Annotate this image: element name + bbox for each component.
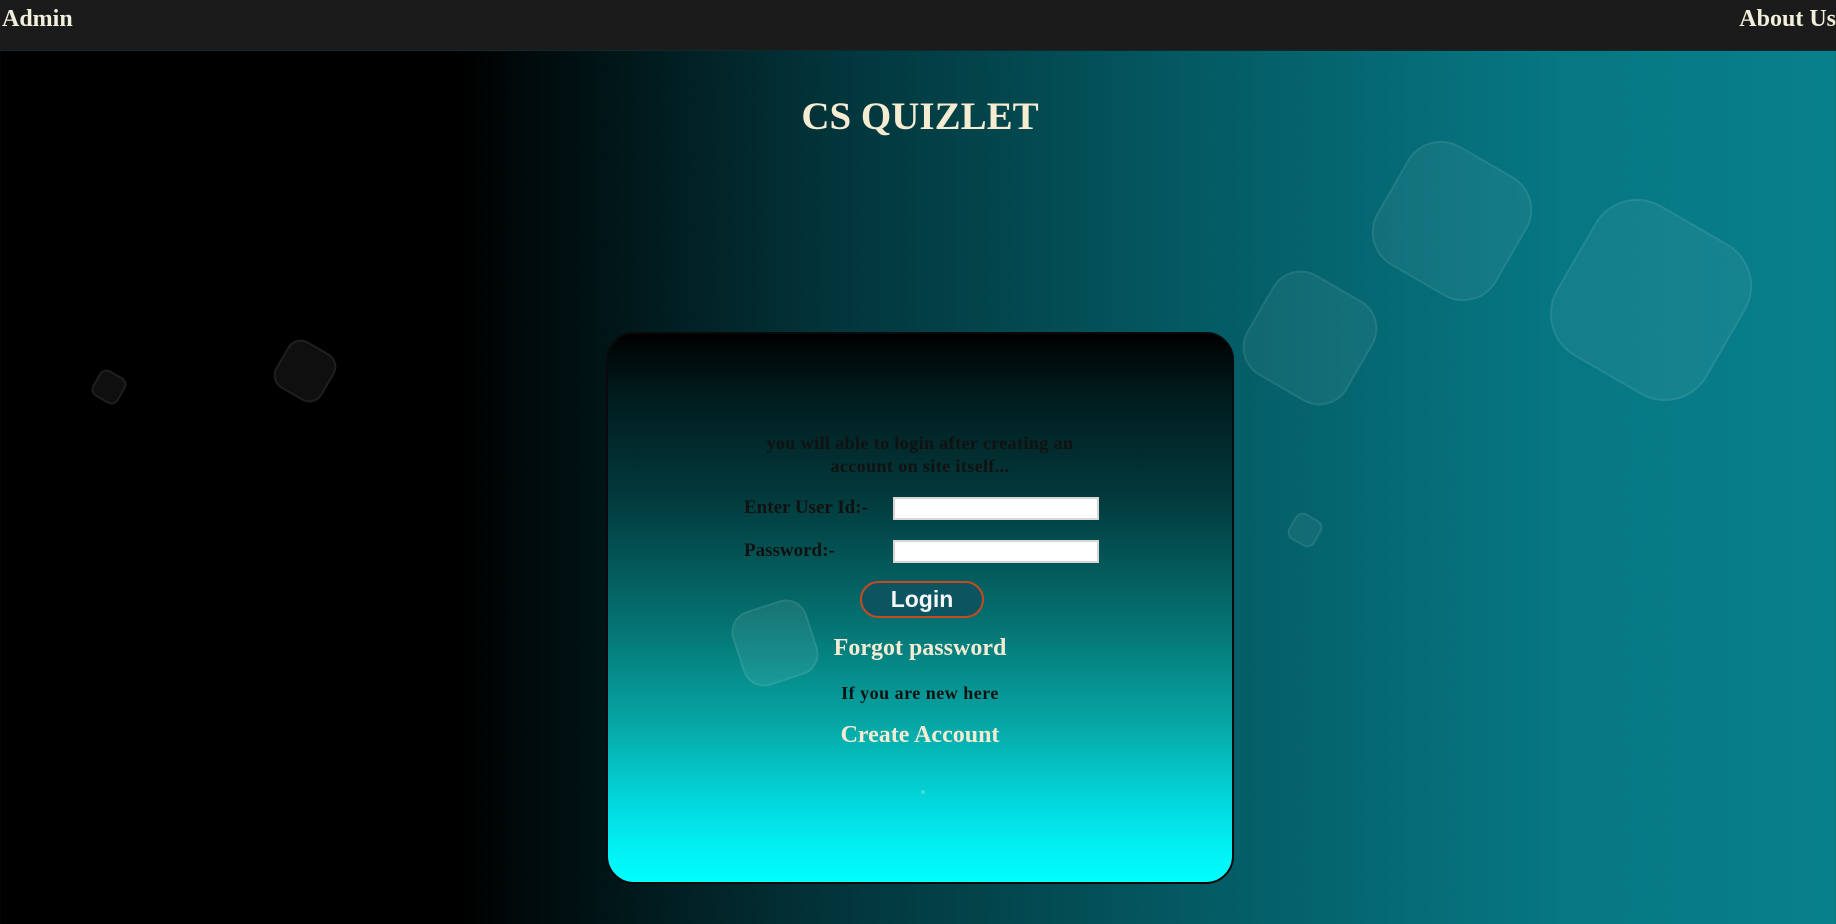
decorative-square — [1532, 181, 1770, 419]
admin-link[interactable]: Admin — [2, 6, 73, 33]
login-info-line-2: account on site itself... — [830, 456, 1010, 476]
decorative-dot — [921, 790, 925, 794]
top-nav-bar: Admin About Us — [0, 0, 1836, 51]
password-label: Password:- — [744, 540, 835, 561]
new-user-text: If you are new here — [841, 683, 999, 703]
page-title: CS QUIZLET — [801, 95, 1039, 138]
decorative-square — [1357, 126, 1547, 316]
user-id-label: Enter User Id:- — [744, 497, 868, 518]
password-input[interactable] — [893, 540, 1099, 563]
create-account-link[interactable]: Create Account — [608, 722, 1232, 749]
login-card: you will able to login after creating an… — [606, 332, 1234, 884]
about-us-link[interactable]: About Us — [1739, 6, 1836, 33]
decorative-square — [88, 366, 130, 408]
login-info-line-1: you will able to login after creating an — [766, 433, 1074, 453]
decorative-square — [1284, 509, 1326, 551]
decorative-square — [268, 334, 342, 408]
decorative-square — [1230, 258, 1390, 418]
forgot-password-link[interactable]: Forgot password — [608, 635, 1232, 662]
login-button[interactable]: Login — [860, 581, 984, 618]
login-info-note: you will able to login after creating an… — [608, 432, 1232, 478]
user-id-input[interactable] — [893, 497, 1099, 520]
